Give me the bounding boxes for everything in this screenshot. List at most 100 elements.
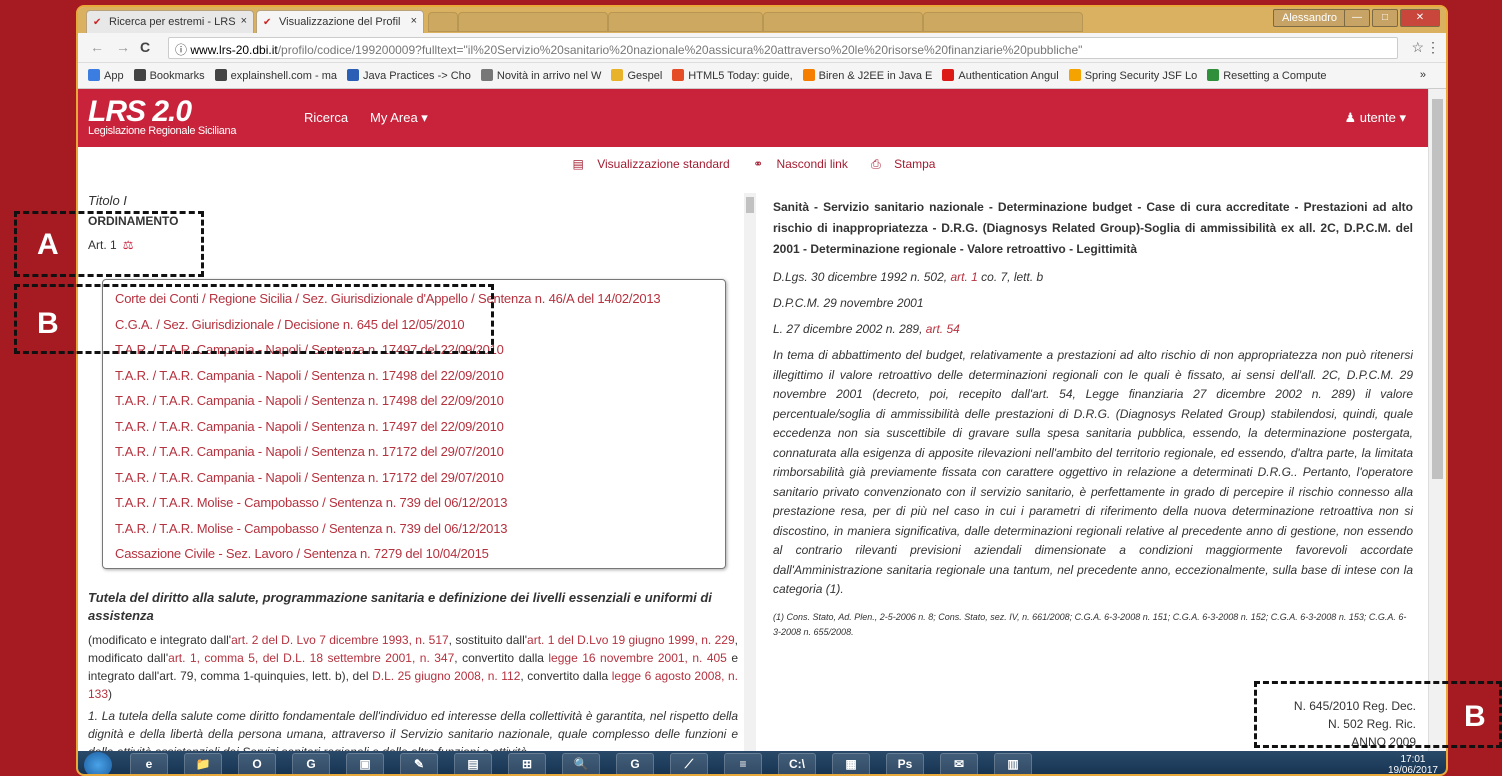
bookmark-label: HTML5 Today: guide, bbox=[688, 70, 793, 82]
reload-icon[interactable]: C bbox=[140, 39, 150, 55]
taskbar-app-icon[interactable]: ✎ bbox=[400, 753, 438, 774]
law-text-column: Titolo I ORDINAMENTO Art. 1 ⚖ Corte dei C… bbox=[88, 193, 738, 757]
bookmark-item[interactable]: App bbox=[88, 69, 124, 82]
menu-icon[interactable]: ⋮ bbox=[1426, 39, 1440, 56]
law-reference-link[interactable]: art. 2 del D. Lvo 7 dicembre 1993, n. 51… bbox=[231, 633, 449, 647]
standard-view-link[interactable]: ▤ Visualizzazione standard bbox=[568, 157, 735, 171]
star-icon[interactable]: ☆ bbox=[1411, 39, 1424, 56]
taskbar-app-icon[interactable]: C:\ bbox=[778, 753, 816, 774]
taskbar-app-icon[interactable]: ▥ bbox=[994, 753, 1032, 774]
bookmark-item[interactable]: explainshell.com - ma bbox=[214, 69, 337, 82]
print-label: Stampa bbox=[894, 157, 936, 171]
taskbar-app-icon[interactable]: Ps bbox=[886, 753, 924, 774]
url-input[interactable]: ⓘ www.lrs-20.dbi.it/profilo/codice/19920… bbox=[168, 37, 1398, 59]
reference-link[interactable]: art. 54 bbox=[926, 322, 960, 336]
print-link[interactable]: ⎙ Stampa bbox=[866, 157, 940, 171]
blurred-tab[interactable] bbox=[458, 12, 608, 32]
taskbar-app-icon[interactable]: ⟋ bbox=[670, 753, 708, 774]
nav-user-menu[interactable]: ♟ utente ▾ bbox=[1344, 110, 1406, 126]
jurisprudence-link[interactable]: T.A.R. / T.A.R. Molise - Campobasso / Se… bbox=[115, 516, 713, 542]
law-reference-link[interactable]: art. 1, comma 5, del D.L. 18 settembre 2… bbox=[168, 651, 454, 665]
page-scrollbar[interactable] bbox=[1428, 89, 1446, 757]
jurisprudence-link[interactable]: T.A.R. / T.A.R. Campania - Napoli / Sent… bbox=[115, 388, 713, 414]
new-tab-button[interactable] bbox=[428, 12, 458, 32]
law-reference-link[interactable]: D.L. 25 giugno 2008, n. 112 bbox=[372, 669, 520, 683]
taskbar-app-icon[interactable]: G bbox=[292, 753, 330, 774]
tab-visualizzazione[interactable]: ✔ Visualizzazione del Profil × bbox=[256, 10, 424, 33]
jurisprudence-link[interactable]: Cassazione Civile - Sez. Lavoro / Senten… bbox=[115, 541, 713, 567]
bookmark-item[interactable]: Java Practices -> Cho bbox=[346, 69, 471, 82]
scrollbar-thumb[interactable] bbox=[746, 197, 754, 213]
law-reference-link[interactable]: art. 1 del D.Lvo 19 giugno 1999, n. 229 bbox=[527, 633, 735, 647]
hide-links-label: Nascondi link bbox=[776, 157, 848, 171]
taskbar-app-icon[interactable]: 🔍 bbox=[562, 753, 600, 774]
law-reference-link[interactable]: legge 16 novembre 2001, n. 405 bbox=[548, 651, 726, 665]
more-bookmarks-icon[interactable]: » bbox=[1420, 69, 1426, 81]
blurred-tab[interactable] bbox=[923, 12, 1083, 32]
close-window-button[interactable]: ✕ bbox=[1400, 9, 1440, 27]
minimize-button[interactable]: — bbox=[1344, 9, 1370, 27]
tab-ricerca[interactable]: ✔ Ricerca per estremi - LRS × bbox=[86, 10, 254, 33]
logo-title: LRS 2.0 bbox=[88, 95, 192, 128]
jurisprudence-link[interactable]: T.A.R. / T.A.R. Campania - Napoli / Sent… bbox=[115, 465, 713, 491]
bookmark-item[interactable]: Authentication Angul bbox=[942, 69, 1059, 82]
annotation-box-b bbox=[14, 284, 494, 354]
windows-taskbar: 17:01 19/06/2017 e 📁 O G ▣ ✎ ▤ ⊞ 🔍 G ⟋ ≡ C:\ ▦ Ps ✉ ▥ bbox=[78, 751, 1446, 776]
bookmark-favicon-icon bbox=[133, 69, 146, 81]
annotation-label-b-right: B bbox=[1464, 700, 1486, 733]
site-info-icon[interactable]: ⓘ bbox=[175, 43, 187, 57]
bookmark-label: App bbox=[104, 70, 124, 82]
start-button[interactable] bbox=[84, 752, 112, 774]
note-text: ) bbox=[108, 687, 113, 701]
bookmark-favicon-icon bbox=[88, 69, 100, 81]
bookmark-item[interactable]: Biren & J2EE in Java E bbox=[802, 69, 932, 82]
bookmark-item[interactable]: Resetting a Compute bbox=[1207, 69, 1327, 82]
bookmark-label: Bookmarks bbox=[149, 70, 205, 82]
decision-summary-column: Sanità - Servizio sanitario nazionale - … bbox=[773, 197, 1413, 757]
bookmark-item[interactable]: Bookmarks bbox=[133, 69, 205, 82]
taskbar-app-icon[interactable]: ▤ bbox=[454, 753, 492, 774]
hide-links-link[interactable]: ⚭ Nascondi link bbox=[748, 157, 853, 171]
system-tray-clock[interactable]: 17:01 19/06/2017 bbox=[1387, 754, 1438, 776]
left-column-scrollbar[interactable] bbox=[744, 193, 756, 757]
lrs-logo[interactable]: LRS 2.0 Legislazione Regionale Siciliana bbox=[88, 95, 236, 137]
bookmark-item[interactable]: Spring Security JSF Lo bbox=[1068, 69, 1197, 82]
bookmark-item[interactable]: HTML5 Today: guide, bbox=[672, 69, 793, 82]
jurisprudence-link[interactable]: T.A.R. / T.A.R. Campania - Napoli / Sent… bbox=[115, 414, 713, 440]
jurisprudence-link[interactable]: T.A.R. / T.A.R. Molise - Campobasso / Se… bbox=[115, 490, 713, 516]
maximize-button[interactable]: □ bbox=[1372, 9, 1398, 27]
profile-badge[interactable]: Alessandro bbox=[1272, 9, 1346, 27]
nav-ricerca[interactable]: Ricerca bbox=[304, 110, 348, 125]
close-tab-icon[interactable]: × bbox=[411, 15, 417, 27]
taskbar-app-icon[interactable]: ✉ bbox=[940, 753, 978, 774]
bookmark-favicon-icon bbox=[214, 69, 227, 81]
lrs-favicon-icon: ✔ bbox=[263, 17, 272, 28]
bookmark-favicon-icon bbox=[480, 69, 493, 81]
blurred-tab[interactable] bbox=[763, 12, 923, 32]
scrollbar-thumb[interactable] bbox=[1432, 99, 1443, 479]
bookmark-favicon-icon bbox=[346, 69, 359, 81]
modification-note: (modificato e integrato dall'art. 2 del … bbox=[88, 631, 738, 703]
taskbar-app-icon[interactable]: G bbox=[616, 753, 654, 774]
clock-date: 19/06/2017 bbox=[1387, 765, 1438, 776]
nav-my-area[interactable]: My Area ▾ bbox=[370, 110, 428, 126]
taskbar-app-icon[interactable]: 📁 bbox=[184, 753, 222, 774]
taskbar-app-icon[interactable]: ≡ bbox=[724, 753, 762, 774]
taskbar-app-icon[interactable]: e bbox=[130, 753, 168, 774]
back-icon[interactable]: ← bbox=[90, 39, 104, 55]
view-toolbar: ▤ Visualizzazione standard ⚭ Nascondi li… bbox=[78, 157, 1430, 172]
taskbar-app-icon[interactable]: ▦ bbox=[832, 753, 870, 774]
bookmark-item[interactable]: Gespel bbox=[611, 69, 662, 82]
bookmark-item[interactable]: Novità in arrivo nel W bbox=[480, 69, 601, 82]
taskbar-app-icon[interactable]: O bbox=[238, 753, 276, 774]
blurred-tab[interactable] bbox=[608, 12, 763, 32]
jurisprudence-link[interactable]: T.A.R. / T.A.R. Campania - Napoli / Sent… bbox=[115, 363, 713, 389]
jurisprudence-link[interactable]: T.A.R. / T.A.R. Campania - Napoli / Sent… bbox=[115, 439, 713, 465]
close-tab-icon[interactable]: × bbox=[241, 15, 247, 27]
article-title: Tutela del diritto alla salute, programm… bbox=[88, 590, 712, 623]
taskbar-app-icon[interactable]: ⊞ bbox=[508, 753, 546, 774]
annotation-label-a: A bbox=[37, 228, 59, 261]
reference-link[interactable]: art. 1 bbox=[950, 270, 977, 284]
forward-icon[interactable]: → bbox=[116, 39, 130, 55]
taskbar-app-icon[interactable]: ▣ bbox=[346, 753, 384, 774]
